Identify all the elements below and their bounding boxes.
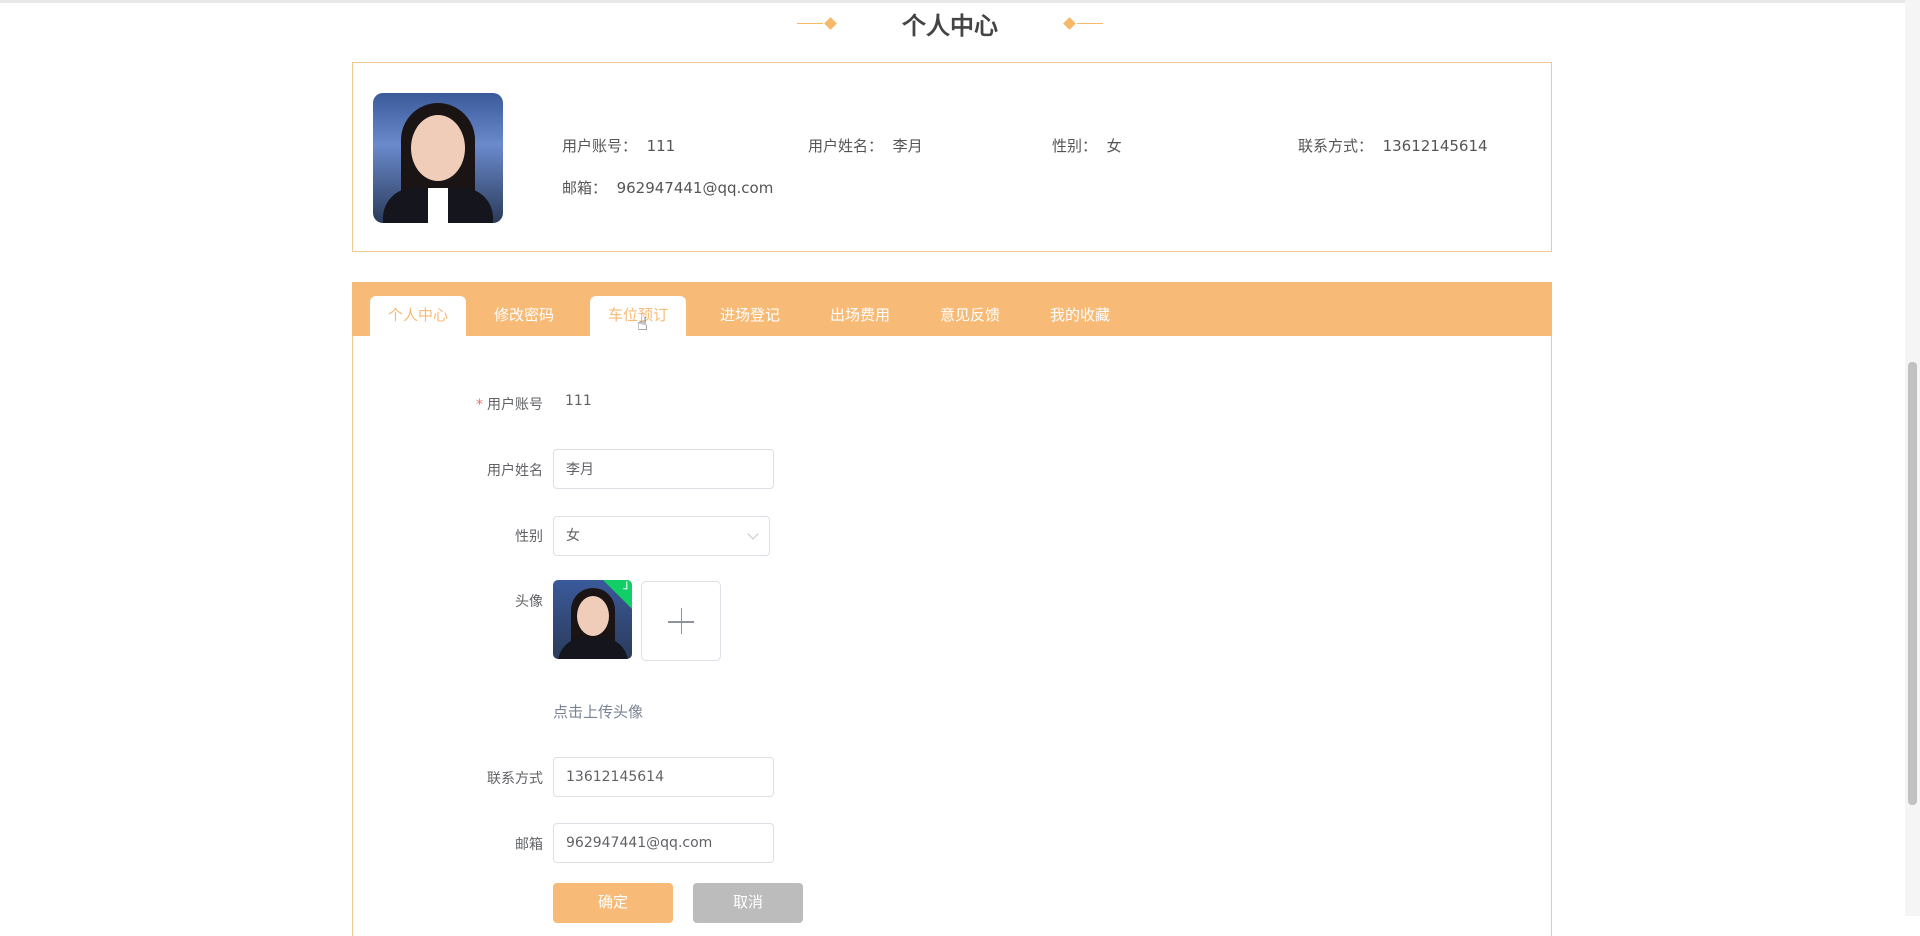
account-value: 111 (565, 393, 592, 409)
profile-gender: 性别： 女 (1052, 137, 1122, 155)
avatar-label: 头像 (515, 594, 543, 610)
name-input[interactable] (553, 449, 774, 489)
scrollbar-thumb[interactable] (1908, 362, 1917, 805)
hand-cursor-icon: ☝ (637, 314, 648, 335)
tab-favorites[interactable]: 我的收藏 (1032, 296, 1128, 336)
email-input[interactable] (553, 823, 774, 863)
profile-name: 用户姓名： 李月 (808, 137, 923, 155)
add-avatar-button[interactable] (641, 581, 721, 661)
profile-account: 用户账号： 111 (562, 137, 676, 155)
account-label: * 用户账号 (476, 397, 543, 413)
profile-email: 邮箱： 962947441@qq.com (562, 179, 774, 197)
gender-select[interactable]: 女 (553, 516, 770, 556)
uploaded-avatar[interactable] (553, 580, 632, 659)
tab-feedback[interactable]: 意见反馈 (922, 296, 1018, 336)
page-header: 个人中心 (0, 6, 1900, 46)
profile-avatar (373, 93, 503, 223)
chevron-down-icon (747, 528, 759, 540)
confirm-button[interactable]: 确定 (553, 883, 673, 923)
name-label: 用户姓名 (487, 463, 543, 479)
tab-exit-fee[interactable]: 出场费用 (812, 296, 908, 336)
email-label: 邮箱 (515, 837, 543, 853)
upload-avatar-link[interactable]: 点击上传头像 (553, 701, 643, 722)
tab-entry-registration[interactable]: 进场登记 (702, 296, 798, 336)
profile-card: 用户账号： 111 用户姓名： 李月 性别： 女 联系方式： 136121456… (352, 62, 1552, 252)
gender-value: 女 (566, 528, 580, 544)
tab-personal-center[interactable]: 个人中心 (370, 296, 466, 336)
profile-phone: 联系方式： 13612145614 (1298, 137, 1488, 155)
phone-input[interactable] (553, 757, 774, 797)
diamond-decoration-icon (796, 18, 837, 30)
top-border (0, 0, 1920, 3)
gender-label: 性别 (515, 529, 543, 545)
cancel-button[interactable]: 取消 (693, 883, 803, 923)
tab-bar: 个人中心 修改密码 车位预订 进场登记 出场费用 意见反馈 我的收藏 (352, 282, 1552, 336)
page-title: 个人中心 (902, 12, 998, 40)
tab-change-password[interactable]: 修改密码 (476, 296, 572, 336)
phone-label: 联系方式 (487, 771, 543, 787)
diamond-decoration-icon (1063, 18, 1104, 30)
scrollbar[interactable] (1905, 0, 1920, 916)
